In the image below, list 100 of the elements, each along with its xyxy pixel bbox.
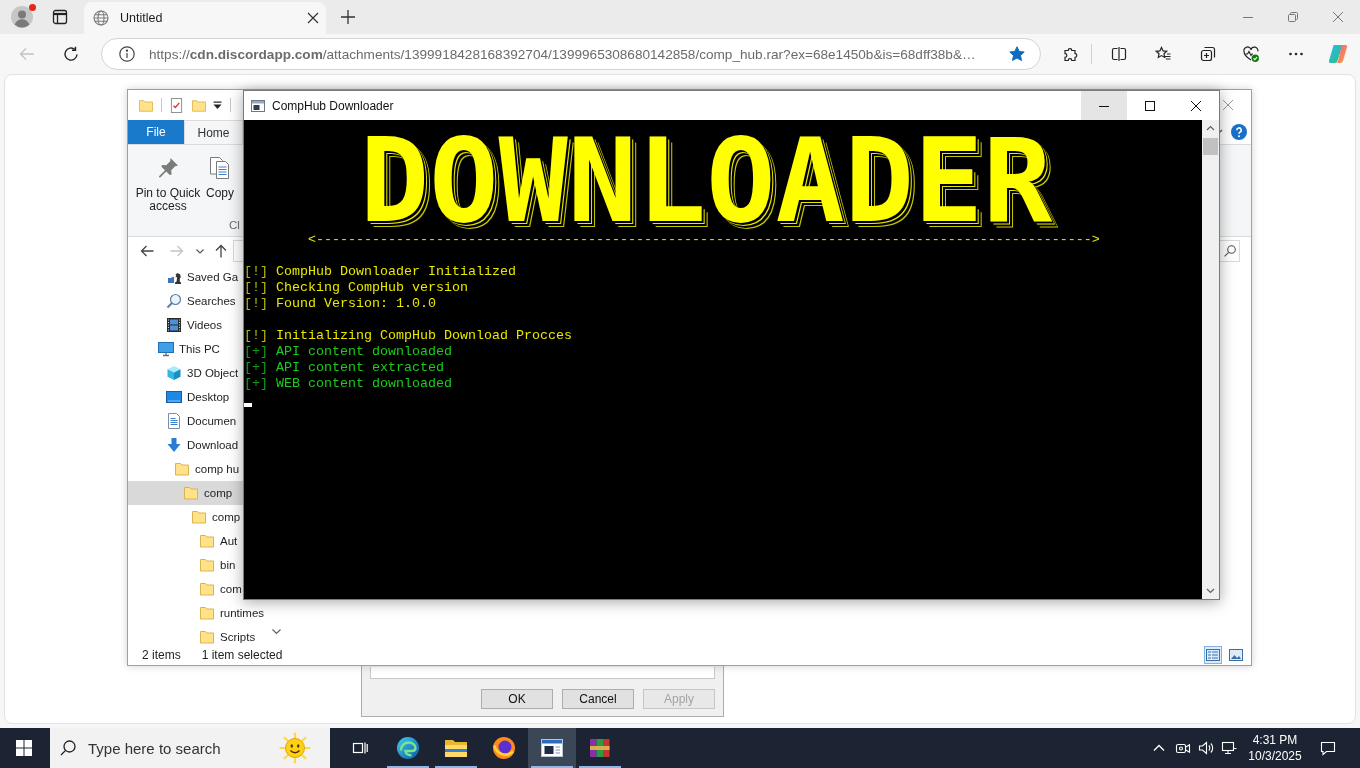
- window-icon[interactable]: [52, 9, 68, 25]
- console-line: <------------------------------------------------------------------------------------------------->: [308, 232, 1100, 248]
- folder-icon: [199, 557, 215, 573]
- search-input[interactable]: Type here to search: [88, 739, 279, 757]
- folder-icon: [183, 485, 199, 501]
- tree-item[interactable]: Desktop: [128, 385, 243, 409]
- folder-icon: [199, 533, 215, 549]
- browser-icon: [396, 736, 420, 760]
- refresh-icon[interactable]: [63, 46, 79, 62]
- close-icon[interactable]: [307, 12, 319, 24]
- folder-icon: [199, 581, 215, 597]
- status-text: 2 items: [142, 648, 181, 662]
- tree-item[interactable]: Searches: [128, 289, 243, 313]
- console-line: [+] API content extracted: [244, 360, 444, 376]
- status-text: 1 item selected: [201, 648, 283, 662]
- taskbar-button[interactable]: [528, 728, 576, 768]
- tree-item[interactable]: runtimes: [128, 601, 265, 625]
- info-icon[interactable]: [119, 46, 135, 62]
- app-window-icon: [251, 98, 265, 113]
- console-line: [!] Initializing CompHub Download Procces: [244, 328, 572, 344]
- address-bar[interactable]: https://cdn.discordapp.com/attachments/1399918428168392704/1399965308680142858/comp_hub.rar?ex=68e1450b&is=68dff38b&…: [101, 38, 1041, 70]
- chevron-up-icon[interactable]: [1153, 742, 1165, 754]
- tree-item[interactable]: 3D Object: [128, 361, 243, 385]
- browser-tab[interactable]: Untitled: [84, 2, 326, 34]
- favorites-icon[interactable]: [1155, 46, 1171, 62]
- task-view-icon[interactable]: [352, 740, 368, 756]
- star-icon[interactable]: [1009, 46, 1025, 62]
- group-label: Cl: [229, 218, 240, 233]
- ribbon-tab[interactable]: Home: [184, 120, 243, 144]
- globe-icon: [93, 10, 109, 26]
- network-icon[interactable]: [1221, 740, 1237, 756]
- clock-time[interactable]: 4:31 PM: [1252, 732, 1298, 748]
- console-line: [!] Checking CompHub version: [244, 280, 468, 296]
- notification-icon[interactable]: [1320, 740, 1336, 756]
- console-line: [!] Found Version: 1.0.0: [244, 296, 436, 312]
- heart-pulse-icon[interactable]: [1243, 46, 1259, 62]
- tree-item[interactable]: Download: [128, 433, 243, 457]
- clock-date[interactable]: 10/3/2025: [1248, 748, 1302, 764]
- books-icon: [588, 736, 612, 760]
- banner-title: DOWNLOADER: [360, 136, 1053, 226]
- search-icon: [60, 740, 76, 756]
- dialog-button[interactable]: Cancel: [562, 689, 634, 709]
- view-button[interactable]: [1204, 646, 1222, 664]
- start-icon[interactable]: [16, 740, 32, 756]
- tree-item[interactable]: Scripts: [128, 625, 256, 645]
- sun-icon: [279, 732, 311, 764]
- tree-item[interactable]: comp: [128, 481, 243, 505]
- tree-item[interactable]: comp: [128, 505, 243, 529]
- browser-icon: [492, 736, 516, 760]
- folder-icon: [199, 629, 215, 645]
- folder-icon: [174, 461, 190, 477]
- film-strip-icon: [166, 317, 182, 333]
- colorful-logo-icon[interactable]: [1328, 44, 1348, 64]
- console-line: [!] CompHub Downloader Initialized: [244, 264, 516, 280]
- app-window-icon: [540, 736, 564, 760]
- up-arrow-icon[interactable]: [214, 244, 228, 258]
- restore-icon[interactable]: [1287, 12, 1298, 22]
- console-line: [+] WEB content downloaded: [244, 376, 452, 392]
- profile-avatar[interactable]: [11, 6, 33, 28]
- tree-item[interactable]: comp hu: [128, 457, 243, 481]
- ribbon-button[interactable]: Pin to Quick access: [132, 150, 204, 213]
- dialog-button[interactable]: OK: [481, 689, 553, 709]
- tree-item[interactable]: bin: [128, 553, 243, 577]
- tree-item[interactable]: Videos: [128, 313, 243, 337]
- plus-icon[interactable]: [341, 10, 355, 24]
- tree-item[interactable]: com: [128, 577, 243, 601]
- folder-icon: [199, 605, 215, 621]
- back-arrow-icon[interactable]: [140, 244, 154, 258]
- maximize-icon: [1145, 100, 1155, 111]
- puzzle-icon[interactable]: [1063, 46, 1079, 62]
- image-view-icon: [1229, 649, 1243, 661]
- checklist-icon[interactable]: [170, 97, 183, 113]
- scrollbar-thumb[interactable]: [1203, 138, 1218, 155]
- search-box[interactable]: Type here to search: [50, 728, 330, 768]
- tree-item[interactable]: Saved Ga: [128, 265, 243, 289]
- caret-down-icon[interactable]: [213, 100, 222, 110]
- view-button[interactable]: [1227, 646, 1245, 664]
- scroll-down-icon[interactable]: [271, 629, 281, 635]
- tree-item[interactable]: This PC: [128, 337, 243, 361]
- monitor-icon: [158, 341, 174, 357]
- pin-icon: [156, 156, 180, 180]
- copy-icon: [208, 156, 232, 180]
- close-icon: [1191, 100, 1201, 111]
- chevron-down-icon[interactable]: [196, 248, 204, 254]
- cube-icon: [166, 365, 182, 381]
- console-line: [+] API content downloaded: [244, 344, 452, 360]
- magnifier-icon: [166, 293, 182, 309]
- ribbon-button[interactable]: Copy: [204, 150, 236, 213]
- ribbon-tab[interactable]: File: [128, 120, 184, 144]
- download-arrow-icon: [166, 437, 182, 453]
- help-icon[interactable]: [1231, 124, 1247, 140]
- tree-item[interactable]: Aut: [128, 529, 243, 553]
- speaker-icon[interactable]: [1198, 740, 1214, 756]
- collections-icon[interactable]: [1200, 46, 1216, 62]
- search-icon: [1223, 245, 1236, 257]
- scrollbar[interactable]: [1202, 120, 1219, 599]
- split-screen-icon[interactable]: [1111, 46, 1127, 62]
- window-title: CompHub Downloader: [272, 98, 394, 113]
- tree-item[interactable]: Documen: [128, 409, 243, 433]
- folder-icon: [191, 509, 207, 525]
